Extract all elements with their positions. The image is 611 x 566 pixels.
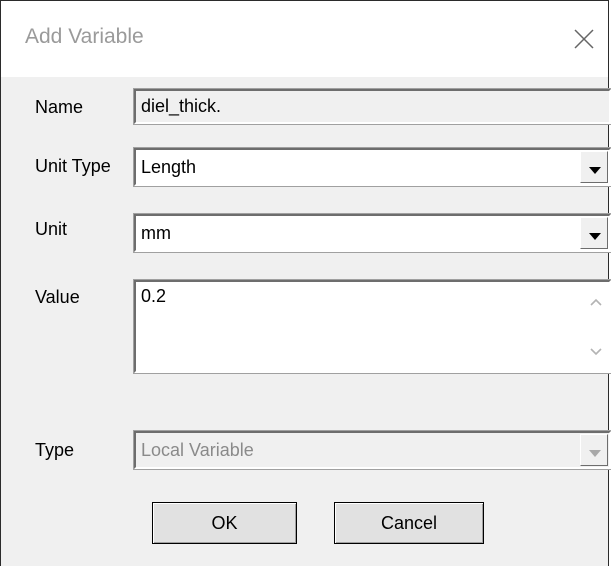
chevron-up-icon	[590, 298, 602, 306]
name-label: Name	[35, 97, 84, 117]
unit-type-label: Unit Type	[35, 156, 111, 176]
name-value: diel_thick.	[141, 96, 222, 116]
close-icon	[574, 29, 594, 49]
type-dropdown-button[interactable]	[580, 434, 608, 466]
chevron-down-icon	[589, 450, 601, 457]
chevron-down-icon	[589, 167, 601, 174]
add-variable-dialog: Add Variable Name diel_thick. Unit Type …	[0, 0, 611, 566]
scroll-up-button[interactable]	[587, 294, 605, 312]
dialog-title: Add Variable	[25, 25, 144, 48]
ok-button[interactable]: OK	[152, 502, 297, 544]
unit-select[interactable]: mm	[133, 213, 611, 253]
unit-value: mm	[141, 223, 171, 243]
unit-label: Unit	[35, 219, 68, 239]
unit-dropdown-button[interactable]	[580, 217, 608, 249]
value-label: Value	[35, 287, 80, 307]
type-label: Type	[35, 440, 75, 460]
close-button[interactable]	[564, 19, 604, 59]
unit-type-dropdown-button[interactable]	[580, 151, 608, 183]
scroll-down-button[interactable]	[587, 342, 605, 360]
chevron-down-icon	[589, 233, 601, 240]
unit-type-select[interactable]: Length	[133, 147, 611, 187]
title-bar: Add Variable	[1, 1, 608, 77]
type-select[interactable]: Local Variable	[133, 430, 611, 470]
value-textarea[interactable]: 0.2	[133, 279, 611, 374]
value-text: 0.2	[141, 286, 167, 306]
name-field[interactable]: diel_thick.	[133, 88, 611, 125]
cancel-button[interactable]: Cancel	[334, 502, 484, 544]
type-value: Local Variable	[141, 440, 254, 460]
chevron-down-icon	[590, 348, 602, 356]
unit-type-value: Length	[141, 157, 197, 177]
